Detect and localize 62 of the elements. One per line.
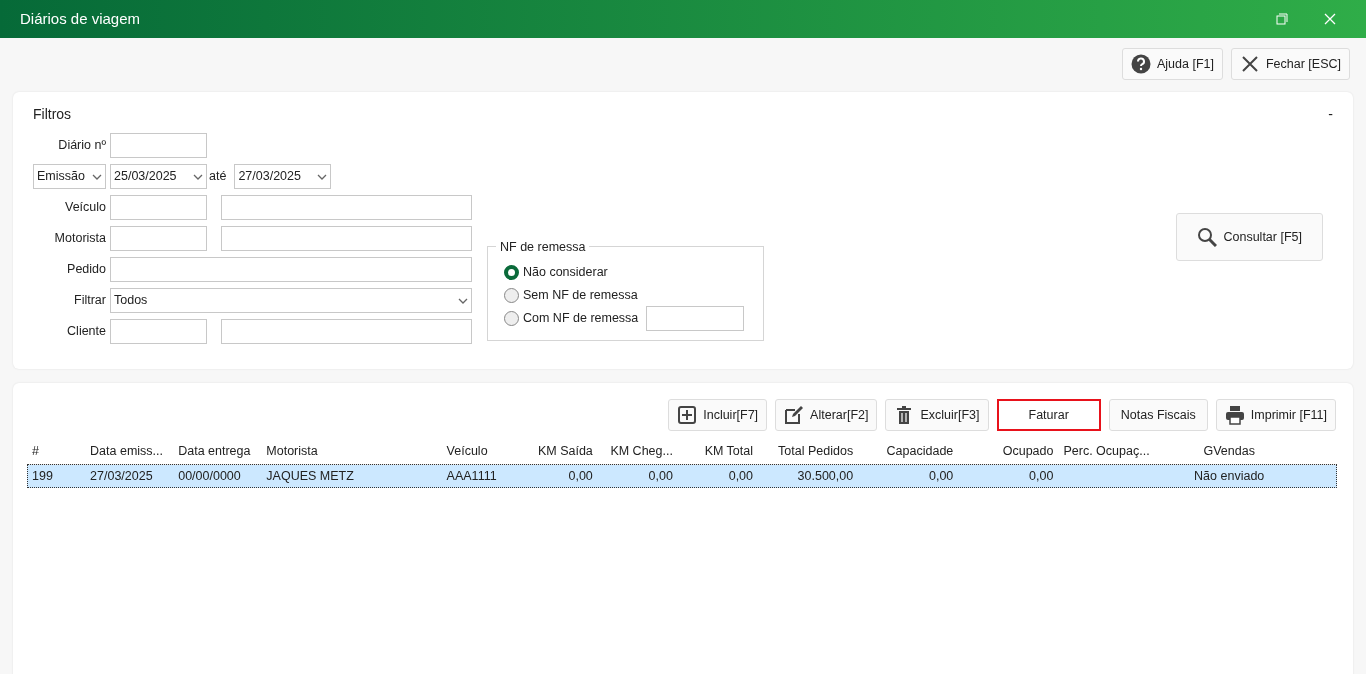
input-field[interactable] <box>110 195 207 220</box>
help-button[interactable]: Ajuda [F1] <box>1122 48 1223 80</box>
toolbar-button[interactable]: Incluir[F7] <box>668 399 768 431</box>
radio-button[interactable] <box>504 311 519 326</box>
toolbar-button[interactable]: Alterar[F2] <box>775 399 878 431</box>
date-picker[interactable]: 25/03/2025 <box>110 164 207 189</box>
field-label: Cliente <box>66 323 106 341</box>
input-field[interactable] <box>110 257 472 282</box>
close-button[interactable]: Fechar [ESC] <box>1230 48 1350 80</box>
toolbar-button[interactable]: Faturar <box>996 399 1101 431</box>
radio-label: Sem NF de remessa <box>523 287 638 305</box>
input-field[interactable] <box>221 226 472 251</box>
caret-icon <box>317 173 328 180</box>
caret-icon <box>458 297 468 304</box>
panel-title: Filtros <box>33 105 72 124</box>
input-field[interactable] <box>221 195 472 220</box>
restore-icon <box>1276 13 1288 25</box>
field-label: Diário nº <box>57 137 106 155</box>
window-title: Diários de viagem <box>20 8 142 29</box>
table-cell: AAA1111 <box>441 464 520 488</box>
field-label: Filtrar <box>73 292 106 310</box>
radio-button[interactable] <box>504 265 519 280</box>
search-icon <box>1197 227 1218 247</box>
field-label: Pedido <box>66 261 106 279</box>
caret-icon <box>193 173 203 180</box>
input-field[interactable] <box>221 319 472 344</box>
table-cell: 199 <box>27 464 86 488</box>
field-label: Motorista <box>53 230 106 248</box>
table-cell: 00/00/0000 <box>173 464 262 488</box>
close-icon <box>1239 54 1260 74</box>
toolbar-button[interactable]: Imprimir [F11] <box>1215 399 1336 431</box>
table-cell: 0,00 <box>677 464 759 488</box>
radio-button[interactable] <box>504 288 519 303</box>
table-cell: 0,00 <box>597 464 678 488</box>
table-cell: Não enviado <box>1156 464 1302 488</box>
input-field[interactable] <box>110 133 207 158</box>
date-type-dropdown[interactable]: Emissão <box>33 164 106 189</box>
collapse-toggle[interactable]: - <box>1328 104 1333 125</box>
radio-label: Não considerar <box>523 264 608 282</box>
printer-icon <box>1224 405 1245 425</box>
date-separator: até <box>209 168 227 186</box>
edit-icon <box>784 405 805 425</box>
radio-label: Com NF de remessa <box>523 310 639 328</box>
toolbar-button[interactable]: Notas Fiscais <box>1108 399 1208 431</box>
table-cell: 27/03/2025 <box>85 464 174 488</box>
field-label: Veículo <box>64 199 106 217</box>
table-cell: JAQUES METZ <box>261 464 442 488</box>
date-picker[interactable]: 27/03/2025 <box>234 164 332 189</box>
caret-icon <box>92 173 102 180</box>
input-field[interactable] <box>646 306 745 331</box>
help-icon <box>1131 54 1151 74</box>
plus-icon <box>677 405 698 425</box>
search-button[interactable]: Consultar [F5] <box>1176 213 1323 261</box>
table-cell: 0,00 <box>519 464 598 488</box>
table-cell: 0,00 <box>958 464 1059 488</box>
filter-dropdown[interactable]: Todos <box>110 288 472 313</box>
input-field[interactable] <box>110 319 207 344</box>
close-icon <box>1324 13 1336 25</box>
table-cell: 30.500,00 <box>758 464 859 488</box>
input-field[interactable] <box>110 226 207 251</box>
table-cell: 0,00 <box>858 464 959 488</box>
toolbar-button[interactable]: Excluir[F3] <box>885 399 989 431</box>
